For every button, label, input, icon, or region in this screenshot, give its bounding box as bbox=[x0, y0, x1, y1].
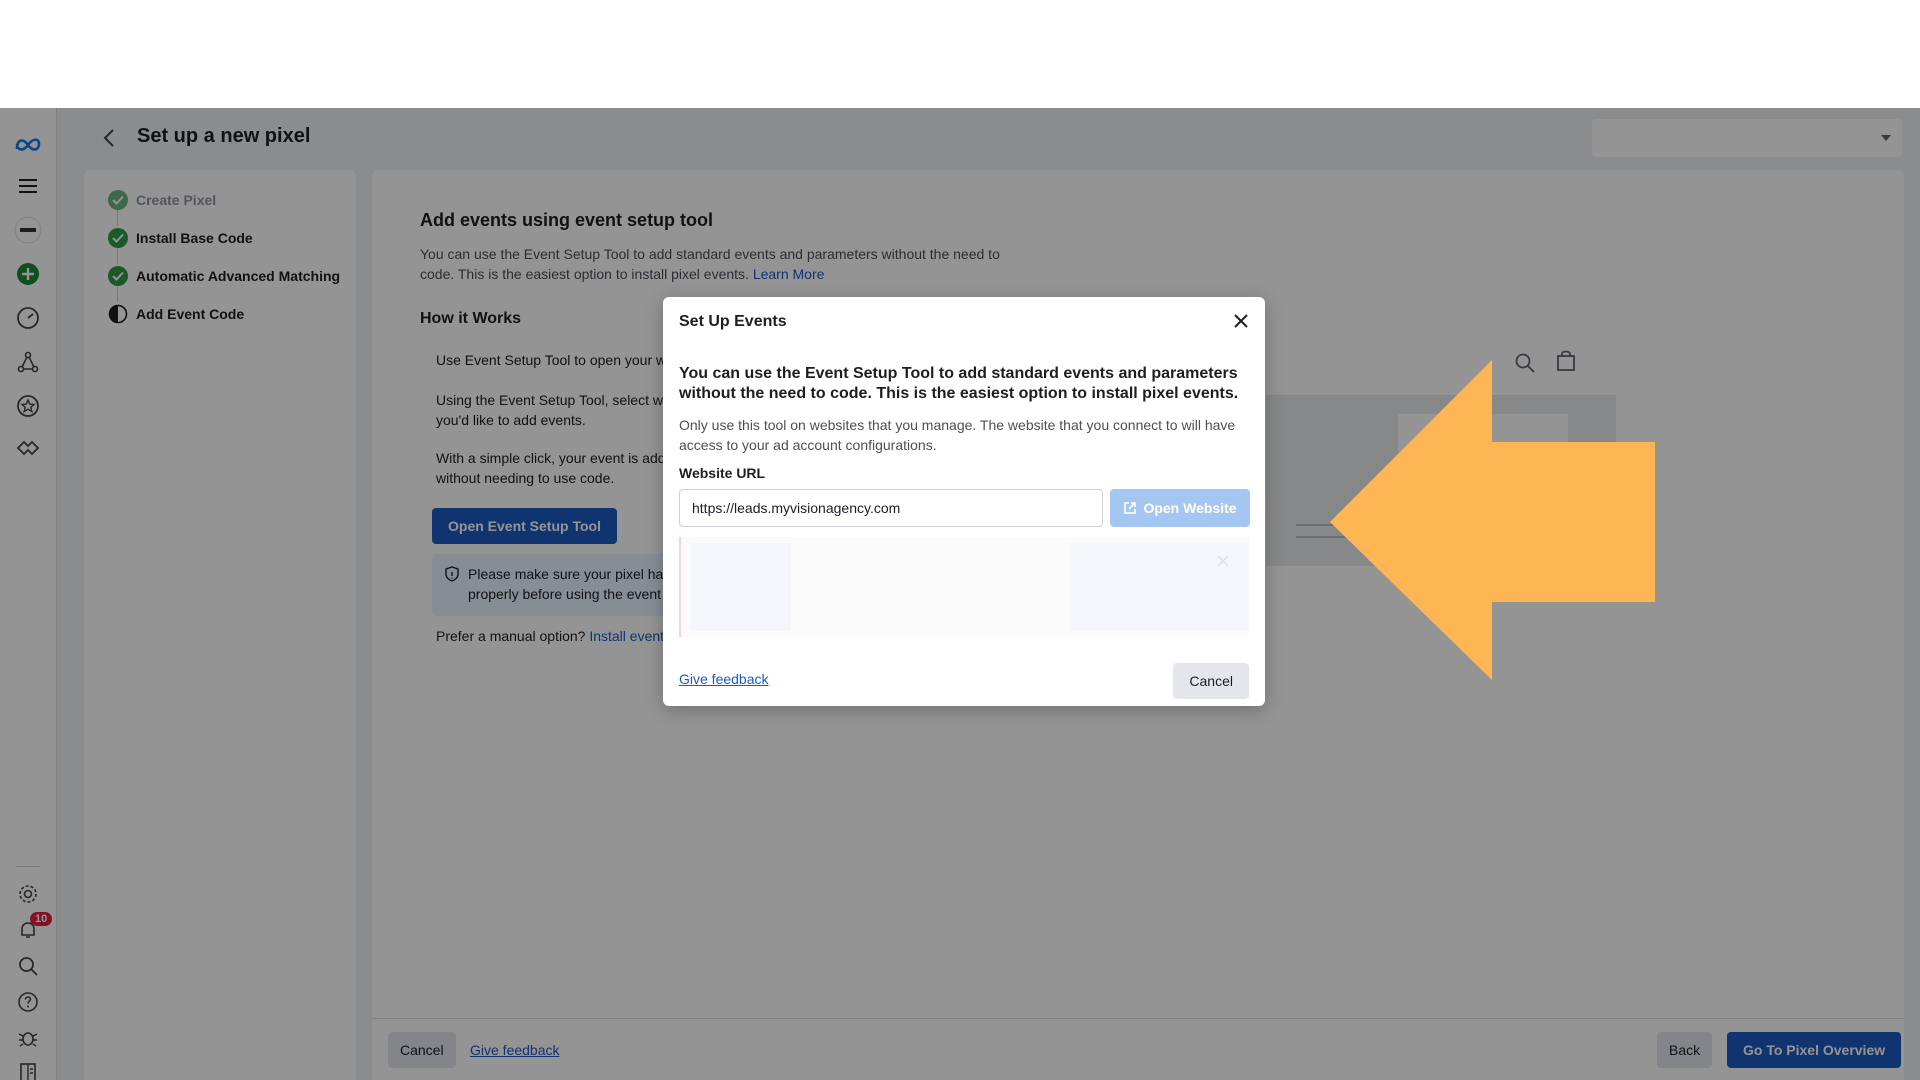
set-up-events-dialog: Set Up Events You can use the Event Setu… bbox=[663, 297, 1265, 706]
open-website-button[interactable]: Open Website bbox=[1110, 489, 1250, 527]
faded-preview-panel bbox=[679, 537, 1249, 637]
website-url-label: Website URL bbox=[679, 465, 766, 481]
dialog-headline: You can use the Event Setup Tool to add … bbox=[679, 365, 1239, 402]
website-url-input[interactable] bbox=[679, 489, 1103, 527]
dialog-give-feedback-link[interactable]: Give feedback bbox=[679, 671, 769, 687]
dialog-body-text: Only use this tool on websites that you … bbox=[679, 417, 1236, 453]
close-icon bbox=[1217, 555, 1229, 567]
annotation-arrow-icon bbox=[1330, 360, 1655, 680]
dialog-title: Set Up Events bbox=[679, 313, 787, 330]
faded-accent-bar bbox=[679, 537, 681, 637]
open-website-label: Open Website bbox=[1143, 500, 1237, 516]
faded-placeholder bbox=[691, 543, 791, 631]
top-blank-band bbox=[0, 0, 1920, 108]
dialog-cancel-button[interactable]: Cancel bbox=[1173, 663, 1249, 699]
external-link-icon bbox=[1124, 502, 1137, 514]
close-icon[interactable] bbox=[1229, 309, 1253, 333]
